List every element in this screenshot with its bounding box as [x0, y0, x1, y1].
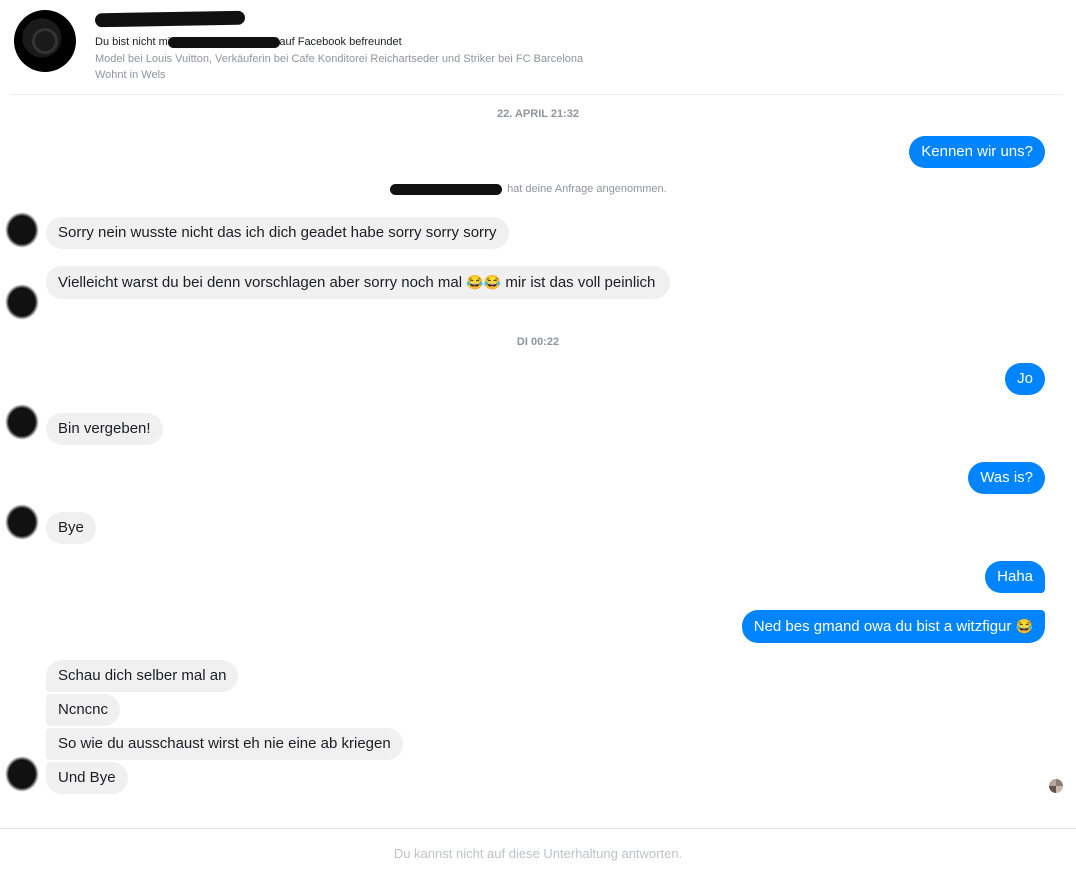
message-text: Vielleicht warst du bei denn vorschlagen…: [58, 274, 463, 291]
friendship-suffix: auf Facebook befreundet: [279, 36, 402, 48]
incoming-message[interactable]: Sorry nein wusste nicht das ich dich gea…: [46, 217, 509, 249]
sender-avatar[interactable]: [5, 404, 39, 440]
outgoing-message[interactable]: Jo: [1005, 363, 1045, 395]
incoming-message[interactable]: So wie du ausschaust wirst eh nie eine a…: [46, 728, 403, 760]
incoming-message[interactable]: Ncncnc: [46, 694, 121, 726]
contact-location: Wohnt in Wels: [95, 69, 166, 81]
contact-name-redacted: [94, 10, 246, 28]
contact-work: Model bei Louis Vuitton, Verkäuferin bei…: [95, 53, 584, 65]
contact-avatar[interactable]: [14, 10, 76, 72]
conversation-header: Du bist nicht mit auf Facebook befreunde…: [0, 0, 1076, 95]
header-divider: [10, 94, 1063, 95]
friendship-status: Du bist nicht mit auf Facebook befreunde…: [95, 36, 402, 48]
system-message: hat deine Anfrage angenommen.: [390, 183, 667, 195]
laughing-emoji-icon: 😂: [1015, 618, 1033, 634]
outgoing-message[interactable]: Was is?: [968, 462, 1045, 494]
outgoing-message[interactable]: Ned bes gmand owa du bist a witzfigur 😂: [741, 610, 1045, 643]
message-text: mir ist das voll peinlich: [505, 274, 656, 291]
incoming-message[interactable]: Schau dich selber mal an: [46, 660, 239, 692]
footer-divider: [0, 828, 1076, 829]
outgoing-message[interactable]: Kennen wir uns?: [909, 136, 1045, 168]
incoming-message[interactable]: Bin vergeben!: [46, 413, 163, 445]
incoming-message[interactable]: Bye: [46, 512, 96, 544]
incoming-message[interactable]: Vielleicht warst du bei denn vorschlagen…: [46, 266, 670, 299]
sender-avatar[interactable]: [5, 284, 39, 320]
message-text: Ned bes gmand owa du bist a witzfigur: [753, 618, 1012, 635]
sender-avatar[interactable]: [5, 756, 39, 792]
outgoing-message[interactable]: Haha: [985, 561, 1045, 593]
redacted-name: [390, 183, 502, 195]
laughing-emoji-icon: 😂😂: [466, 274, 502, 290]
timestamp: DI 00:22: [516, 336, 560, 348]
reply-disabled-notice: Du kannst nicht auf diese Unterhaltung a…: [393, 846, 683, 861]
seen-avatar-icon: [1049, 779, 1063, 793]
friendship-prefix: Du bist nicht mit: [95, 36, 174, 48]
sender-avatar[interactable]: [5, 504, 39, 540]
redacted-name: [168, 36, 281, 48]
system-message-text: hat deine Anfrage angenommen.: [507, 183, 667, 195]
timestamp: 22. APRIL 21:32: [497, 108, 579, 120]
sender-avatar[interactable]: [5, 212, 39, 248]
incoming-message[interactable]: Und Bye: [46, 762, 128, 794]
